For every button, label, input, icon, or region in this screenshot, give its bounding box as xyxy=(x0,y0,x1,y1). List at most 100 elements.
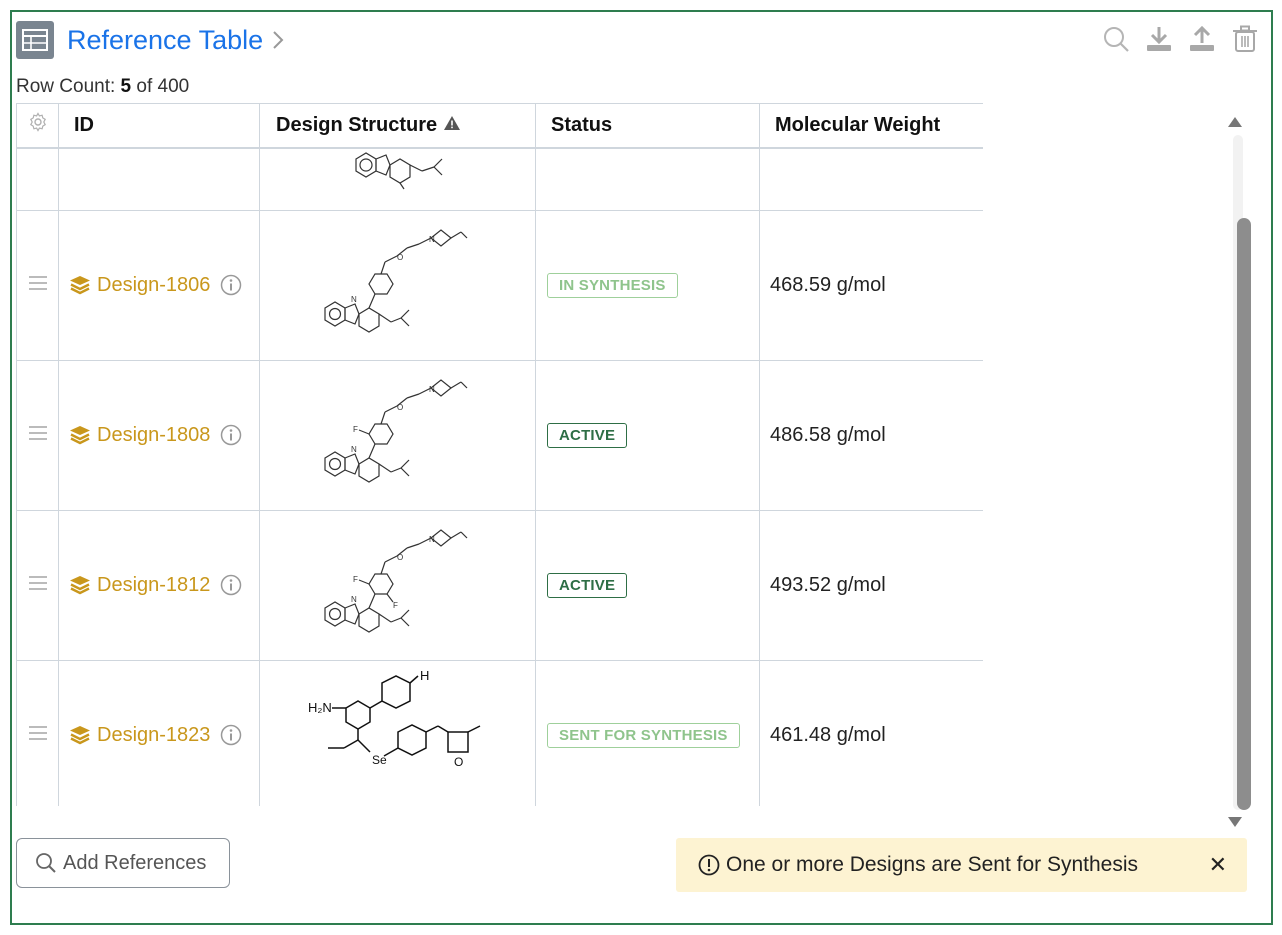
row-drag-handle[interactable] xyxy=(16,209,59,361)
svg-text:N: N xyxy=(351,445,357,454)
reference-table: ID Design Structure Status Molecular Wei… xyxy=(16,103,983,806)
design-link[interactable]: Design-1808 xyxy=(97,424,210,447)
add-references-label: Add References xyxy=(63,851,207,874)
svg-text:N: N xyxy=(429,235,435,244)
download-icon[interactable] xyxy=(1144,24,1174,54)
synthesis-notice: One or more Designs are Sent for Synthes… xyxy=(676,838,1247,892)
structure-cell: H₂N H Se O xyxy=(259,659,536,806)
drag-handle-icon[interactable] xyxy=(28,425,48,441)
structure-cell xyxy=(259,147,536,211)
structure-label-se: Se xyxy=(372,753,387,767)
design-link[interactable]: Design-1812 xyxy=(97,574,210,597)
drag-handle-icon[interactable] xyxy=(28,275,48,291)
structure-label-h: H xyxy=(420,668,429,683)
status-cell: ACTIVE xyxy=(535,509,760,661)
column-settings[interactable] xyxy=(16,103,59,149)
table-row[interactable]: Design-1823 H₂N H Se O SENT FOR SYNTHESI… xyxy=(16,659,983,806)
add-references-button[interactable]: Add References xyxy=(16,838,230,888)
table-header-row: ID Design Structure Status Molecular Wei… xyxy=(16,103,983,149)
molecule-structure-image: N O N xyxy=(323,228,467,333)
molecule-structure-image: N F F O N xyxy=(323,528,467,633)
page-title[interactable]: Reference Table xyxy=(67,25,263,56)
info-icon[interactable] xyxy=(220,424,242,446)
search-icon xyxy=(36,853,56,873)
svg-text:F: F xyxy=(353,425,358,434)
layers-icon xyxy=(70,426,90,445)
info-icon[interactable] xyxy=(220,574,242,596)
table-icon xyxy=(16,21,54,59)
design-link[interactable]: Design-1806 xyxy=(97,274,210,297)
structure-label-nh2: H₂N xyxy=(308,700,332,715)
svg-text:N: N xyxy=(429,385,435,394)
drag-handle-icon[interactable] xyxy=(28,725,48,741)
row-drag-handle[interactable] xyxy=(16,509,59,661)
svg-text:F: F xyxy=(353,575,358,584)
structure-cell: N F O N xyxy=(259,359,536,511)
mw-cell: 486.58 g/mol xyxy=(759,359,983,511)
gear-icon[interactable] xyxy=(28,112,48,132)
scrollbar-thumb[interactable] xyxy=(1237,218,1251,810)
notice-text: One or more Designs are Sent for Synthes… xyxy=(726,853,1139,876)
molecule-structure-image xyxy=(354,151,442,189)
svg-text:O: O xyxy=(397,403,403,412)
row-drag-handle[interactable] xyxy=(16,147,59,211)
status-badge: ACTIVE xyxy=(547,422,628,448)
row-id-cell: Design-1806 xyxy=(58,209,260,361)
design-link[interactable]: Design-1823 xyxy=(97,724,210,747)
layers-icon xyxy=(70,576,90,595)
row-id-cell: Design-1823 xyxy=(58,659,260,806)
column-header-molecular-weight[interactable]: Molecular Weight xyxy=(759,103,983,149)
molecule-structure-image: H₂N H Se O xyxy=(308,668,480,769)
table-row[interactable] xyxy=(16,147,983,211)
status-cell: ACTIVE xyxy=(535,359,760,511)
column-header-id[interactable]: ID xyxy=(58,103,260,149)
status-cell xyxy=(535,147,760,211)
warning-icon xyxy=(443,115,460,130)
info-icon[interactable] xyxy=(220,274,242,296)
column-header-status[interactable]: Status xyxy=(535,103,760,149)
layers-icon xyxy=(70,726,90,745)
row-drag-handle[interactable] xyxy=(16,659,59,806)
mw-cell: 468.59 g/mol xyxy=(759,209,983,361)
toolbar xyxy=(1101,24,1260,54)
row-id-cell: Design-1812 xyxy=(58,509,260,661)
alert-circle-icon xyxy=(698,854,720,876)
trash-icon[interactable] xyxy=(1230,24,1260,54)
column-header-design-structure[interactable]: Design Structure xyxy=(259,103,536,149)
scroll-up-arrow[interactable] xyxy=(1227,115,1243,129)
table-row[interactable]: Design-1812 N F F O N ACTIVE 493.52 g/mo… xyxy=(16,509,983,661)
close-icon[interactable]: ✕ xyxy=(1209,852,1227,878)
upload-icon[interactable] xyxy=(1187,24,1217,54)
svg-text:O: O xyxy=(397,253,403,262)
status-cell: IN SYNTHESIS xyxy=(535,209,760,361)
structure-cell: N F F O N xyxy=(259,509,536,661)
molecule-structure-image: N F O N xyxy=(323,378,467,483)
svg-text:N: N xyxy=(351,295,357,304)
status-cell: SENT FOR SYNTHESIS xyxy=(535,659,760,806)
table-row[interactable]: Design-1808 N F O N ACTIVE 486.58 g/mol xyxy=(16,359,983,511)
info-icon[interactable] xyxy=(220,724,242,746)
structure-cell: N O N xyxy=(259,209,536,361)
structure-label-o: O xyxy=(454,755,463,769)
drag-handle-icon[interactable] xyxy=(28,575,48,591)
chevron-right-icon[interactable] xyxy=(271,29,285,51)
svg-text:F: F xyxy=(393,601,398,610)
status-badge: ACTIVE xyxy=(547,572,628,598)
row-id-cell xyxy=(58,147,260,211)
table-row[interactable]: Design-1806 N O N IN SYNTHESIS 468.59 g/… xyxy=(16,209,983,361)
row-count: Row Count: 5 of 400 xyxy=(16,76,190,97)
svg-text:N: N xyxy=(351,595,357,604)
mw-cell: 461.48 g/mol xyxy=(759,659,983,806)
search-icon[interactable] xyxy=(1101,24,1131,54)
status-badge: SENT FOR SYNTHESIS xyxy=(547,722,740,748)
row-id-cell: Design-1808 xyxy=(58,359,260,511)
row-drag-handle[interactable] xyxy=(16,359,59,511)
mw-cell: 493.52 g/mol xyxy=(759,509,983,661)
scroll-down-arrow[interactable] xyxy=(1227,815,1243,829)
status-badge: IN SYNTHESIS xyxy=(547,272,678,298)
panel-header: Reference Table xyxy=(16,20,285,60)
mw-cell xyxy=(759,147,983,211)
svg-text:N: N xyxy=(429,535,435,544)
layers-icon xyxy=(70,276,90,295)
svg-text:O: O xyxy=(397,553,403,562)
